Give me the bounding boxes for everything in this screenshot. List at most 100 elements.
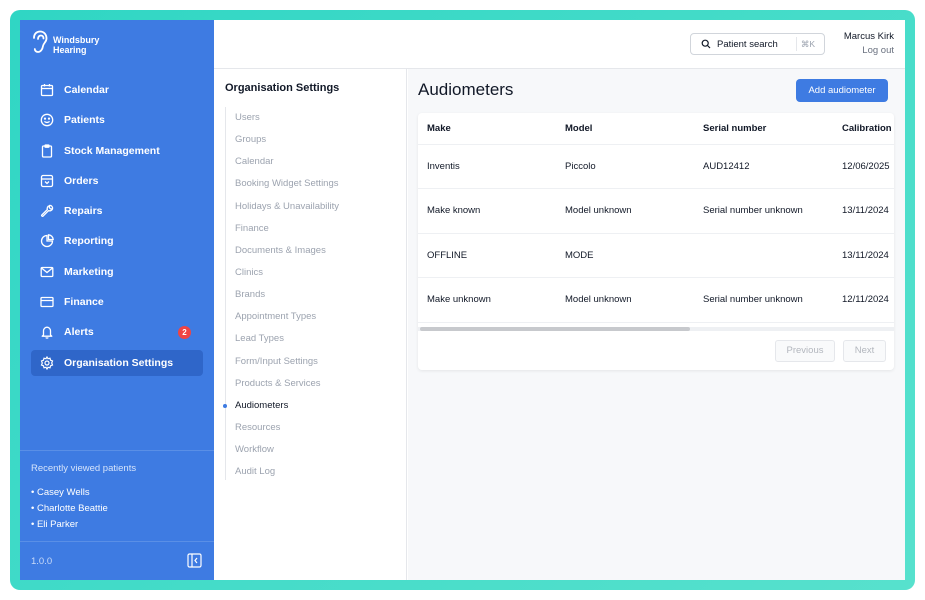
cell-model: MODE — [556, 233, 694, 278]
sidebar-item-label: Stock Management — [64, 144, 160, 157]
gear-icon — [40, 355, 54, 370]
cell-calibration: 13/11/2024 — [833, 233, 894, 278]
card-icon — [40, 295, 54, 309]
next-page-button[interactable]: Next — [843, 340, 886, 362]
settings-item-workflow[interactable]: Workflow — [226, 439, 339, 461]
app-window: Windsbury Hearing Calendar Patients Stoc… — [20, 20, 905, 580]
previous-page-button[interactable]: Previous — [775, 340, 835, 362]
settings-item-products-services[interactable]: Products & Services — [226, 373, 339, 395]
settings-item-finance[interactable]: Finance — [226, 218, 339, 240]
sidebar-item-marketing[interactable]: Marketing — [31, 259, 203, 285]
sidebar-item-organisation-settings[interactable]: Organisation Settings — [31, 349, 203, 376]
bell-icon — [40, 325, 54, 340]
alerts-count-badge: 2 — [178, 326, 191, 340]
table-row[interactable]: Make known Model unknown Serial number u… — [418, 188, 894, 234]
sidebar-item-orders[interactable]: Orders — [31, 168, 203, 194]
settings-item-calendar[interactable]: Calendar — [226, 151, 339, 173]
patient-search-button[interactable]: Patient search ⌘K — [690, 33, 825, 55]
settings-item-documents-images[interactable]: Documents & Images — [226, 240, 339, 262]
sidebar-item-patients[interactable]: Patients — [31, 107, 203, 133]
settings-item-groups[interactable]: Groups — [226, 129, 339, 151]
table-row[interactable]: Make unknown Model unknown Serial number… — [418, 277, 894, 323]
sidebar-item-label: Repairs — [64, 205, 103, 218]
sidebar-item-label: Calendar — [64, 84, 109, 96]
cell-make: OFFLINE — [418, 233, 556, 278]
settings-title: Organisation Settings — [225, 82, 340, 94]
settings-item-form-input-settings[interactable]: Form/Input Settings — [226, 351, 339, 373]
brand-name-line2: Hearing — [53, 44, 87, 55]
sidebar-divider — [20, 450, 214, 451]
table-header-row: Make Model Serial number Calibration — [418, 113, 894, 145]
collapse-sidebar-button[interactable] — [187, 553, 202, 568]
wrench-icon — [40, 204, 54, 218]
horizontal-scrollbar-thumb[interactable] — [420, 327, 690, 331]
cell-calibration: 12/11/2024 — [833, 277, 894, 323]
table-scroll-area[interactable]: Make Model Serial number Calibration Inv… — [418, 113, 894, 326]
settings-item-audit-log[interactable]: Audit Log — [226, 461, 339, 483]
smiley-icon — [40, 113, 54, 127]
cell-serial-number: Serial number unknown — [694, 188, 833, 234]
sidebar-item-alerts[interactable]: Alerts 2 — [31, 319, 203, 345]
recent-patient-link[interactable]: • Eli Parker — [31, 517, 108, 533]
settings-item-holidays-unavailability[interactable]: Holidays & Unavailability — [226, 196, 339, 218]
sidebar-divider — [20, 541, 214, 542]
column-header-serial-number[interactable]: Serial number — [694, 113, 833, 145]
sidebar-nav: Calendar Patients Stock Management Order… — [31, 77, 203, 380]
settings-item-users[interactable]: Users — [226, 107, 339, 129]
sidebar-item-repairs[interactable]: Repairs — [31, 198, 203, 224]
settings-item-clinics[interactable]: Clinics — [226, 262, 339, 284]
cell-serial-number — [694, 233, 833, 278]
clipboard-icon — [40, 143, 54, 158]
sidebar: Windsbury Hearing Calendar Patients Stoc… — [20, 20, 214, 580]
sidebar-item-finance[interactable]: Finance — [31, 289, 203, 315]
settings-list: Users Groups Calendar Booking Widget Set… — [222, 107, 339, 483]
sidebar-item-calendar[interactable]: Calendar — [31, 77, 203, 103]
sidebar-item-label: Orders — [64, 174, 99, 187]
cell-model: Piccolo — [556, 144, 694, 189]
settings-item-lead-types[interactable]: Lead Types — [226, 328, 339, 350]
column-header-calibration[interactable]: Calibration — [833, 113, 894, 145]
cell-calibration: 12/06/2025 — [833, 144, 894, 189]
audiometers-table-card: Make Model Serial number Calibration Inv… — [418, 113, 894, 370]
add-audiometer-button[interactable]: Add audiometer — [796, 79, 888, 102]
settings-nav: Organisation Settings Users Groups Calen… — [214, 69, 407, 580]
sidebar-item-label: Finance — [64, 296, 104, 309]
settings-item-brands[interactable]: Brands — [226, 284, 339, 306]
sidebar-item-stock-management[interactable]: Stock Management — [31, 138, 203, 164]
horizontal-scrollbar[interactable] — [418, 327, 894, 331]
brand-name-line1: Windsbury — [53, 34, 100, 45]
settings-item-appointment-types[interactable]: Appointment Types — [226, 306, 339, 328]
search-icon — [701, 39, 711, 49]
search-shortcut: ⌘K — [795, 37, 819, 51]
settings-item-booking-widget-settings[interactable]: Booking Widget Settings — [226, 173, 339, 195]
recent-patient-link[interactable]: • Charlotte Beattie — [31, 501, 108, 517]
cell-make: Inventis — [418, 144, 556, 189]
cell-model: Model unknown — [556, 277, 694, 323]
sidebar-item-label: Alerts — [64, 326, 94, 339]
audiometers-table: Make Model Serial number Calibration Inv… — [418, 113, 894, 323]
sidebar-item-label: Patients — [64, 114, 105, 127]
box-icon — [40, 174, 54, 188]
main-content: Audiometers Add audiometer Make Model Se… — [408, 69, 905, 580]
recent-patient-link[interactable]: • Casey Wells — [31, 485, 108, 501]
cell-model: Model unknown — [556, 188, 694, 234]
calendar-icon — [40, 83, 54, 97]
column-header-model[interactable]: Model — [556, 113, 694, 145]
recent-patients-title: Recently viewed patients — [31, 463, 137, 474]
user-name: Marcus Kirk — [843, 31, 894, 42]
cell-serial-number: Serial number unknown — [694, 277, 833, 323]
table-row[interactable]: Inventis Piccolo AUD12412 12/06/2025 — [418, 144, 894, 189]
sidebar-item-label: Marketing — [64, 265, 114, 278]
table-row[interactable]: OFFLINE MODE 13/11/2024 — [418, 233, 894, 278]
logout-link[interactable]: Log out — [862, 45, 894, 56]
brand-logo[interactable]: Windsbury Hearing — [31, 30, 99, 59]
column-header-make[interactable]: Make — [418, 113, 556, 145]
cell-serial-number: AUD12412 — [694, 144, 833, 189]
cell-make: Make known — [418, 188, 556, 234]
collapse-sidebar-icon — [187, 553, 202, 572]
page-title: Audiometers — [418, 80, 514, 99]
sidebar-item-reporting[interactable]: Reporting — [31, 228, 203, 254]
top-bar: Patient search ⌘K Marcus Kirk Log out — [214, 20, 905, 69]
settings-item-resources[interactable]: Resources — [226, 417, 339, 439]
settings-item-audiometers[interactable]: Audiometers — [222, 395, 339, 417]
